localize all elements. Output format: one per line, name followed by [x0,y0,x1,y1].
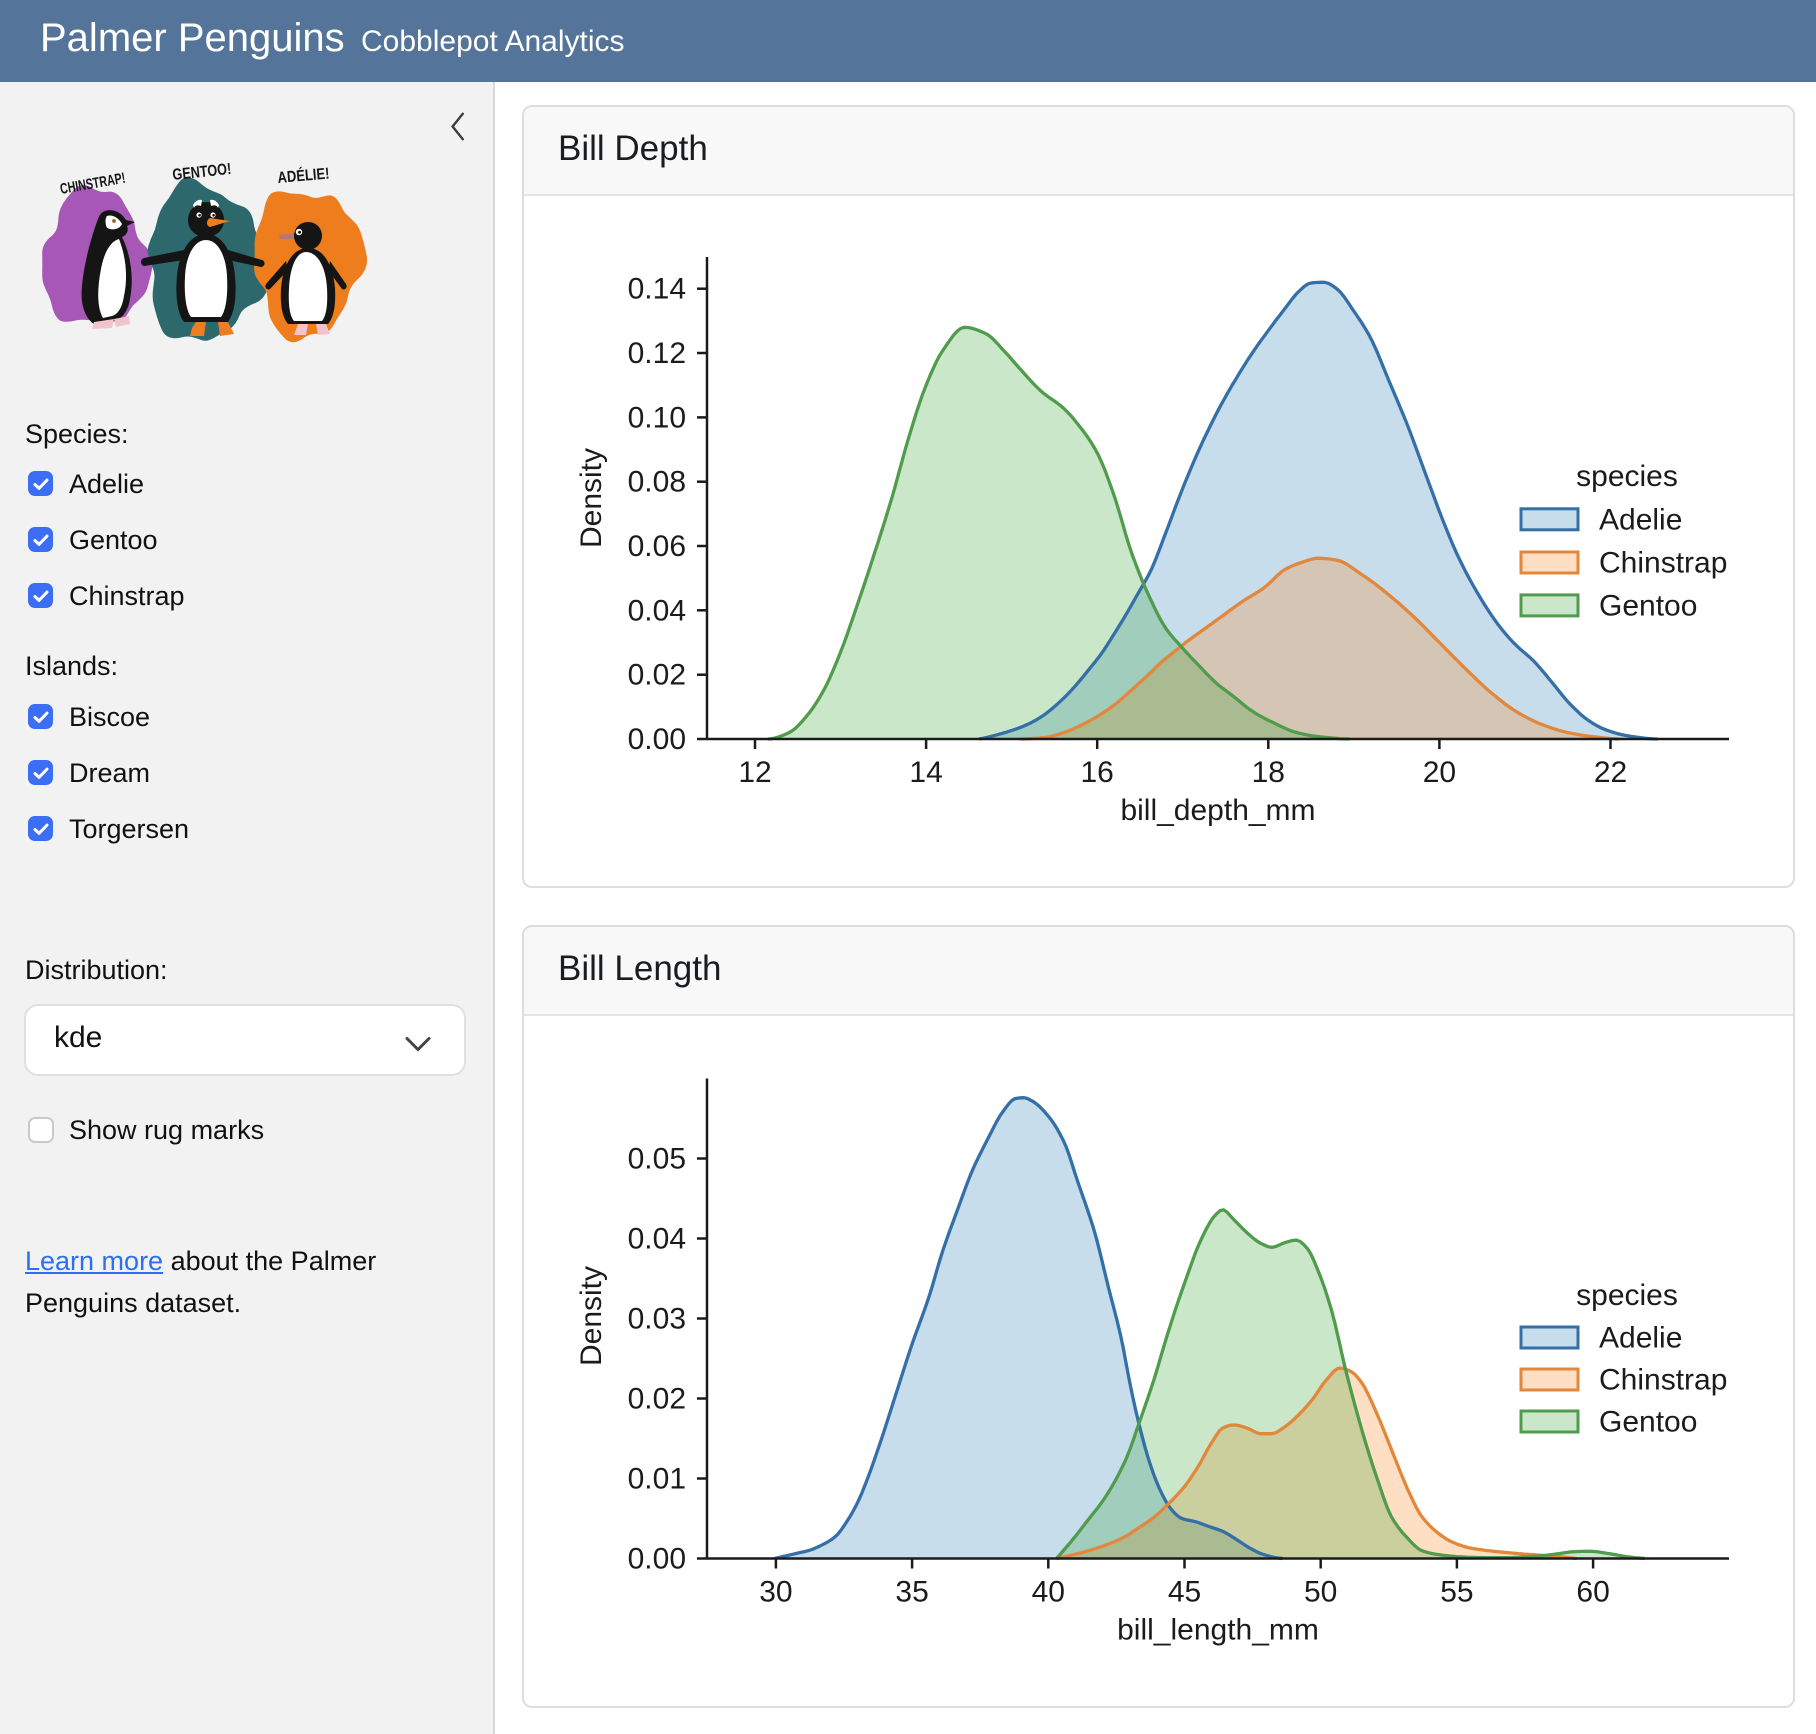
svg-text:0.01: 0.01 [628,1463,686,1496]
svg-text:0.00: 0.00 [628,1543,686,1576]
svg-text:0.02: 0.02 [628,1383,686,1416]
svg-text:55: 55 [1440,1576,1473,1609]
svg-text:50: 50 [1304,1576,1337,1609]
svg-text:bill_depth_mm: bill_depth_mm [1120,794,1315,827]
svg-text:0.02: 0.02 [628,659,686,692]
svg-text:0.14: 0.14 [628,273,686,306]
svg-text:18: 18 [1252,756,1285,789]
svg-text:Adelie: Adelie [1599,503,1682,536]
svg-text:Chinstrap: Chinstrap [1599,1364,1727,1397]
svg-text:Gentoo: Gentoo [1599,1406,1697,1439]
svg-text:0.04: 0.04 [628,594,686,627]
svg-text:0.05: 0.05 [628,1143,686,1176]
svg-text:35: 35 [895,1576,928,1609]
svg-text:Density: Density [575,1266,608,1366]
svg-text:45: 45 [1168,1576,1201,1609]
svg-text:0.08: 0.08 [628,466,686,499]
svg-text:16: 16 [1081,756,1114,789]
svg-text:Density: Density [575,448,608,548]
svg-text:60: 60 [1576,1576,1609,1609]
svg-text:0.06: 0.06 [628,530,686,563]
svg-text:0.03: 0.03 [628,1303,686,1336]
svg-text:0.00: 0.00 [628,723,686,756]
svg-text:ADÉLIE!: ADÉLIE! [277,164,330,187]
svg-text:Gentoo: Gentoo [1599,589,1697,622]
svg-text:12: 12 [738,756,771,789]
svg-text:Chinstrap: Chinstrap [1599,547,1727,580]
svg-text:species: species [1576,1279,1678,1312]
svg-text:0.12: 0.12 [628,337,686,370]
svg-text:species: species [1576,460,1678,493]
svg-text:22: 22 [1594,756,1627,789]
svg-text:20: 20 [1423,756,1456,789]
svg-text:14: 14 [909,756,942,789]
svg-text:30: 30 [759,1576,792,1609]
svg-text:0.10: 0.10 [628,401,686,434]
svg-text:0.04: 0.04 [628,1223,686,1256]
svg-text:bill_length_mm: bill_length_mm [1117,1614,1319,1647]
svg-text:40: 40 [1032,1576,1065,1609]
svg-text:GENTOO!: GENTOO! [172,161,232,184]
svg-text:Adelie: Adelie [1599,1322,1682,1355]
